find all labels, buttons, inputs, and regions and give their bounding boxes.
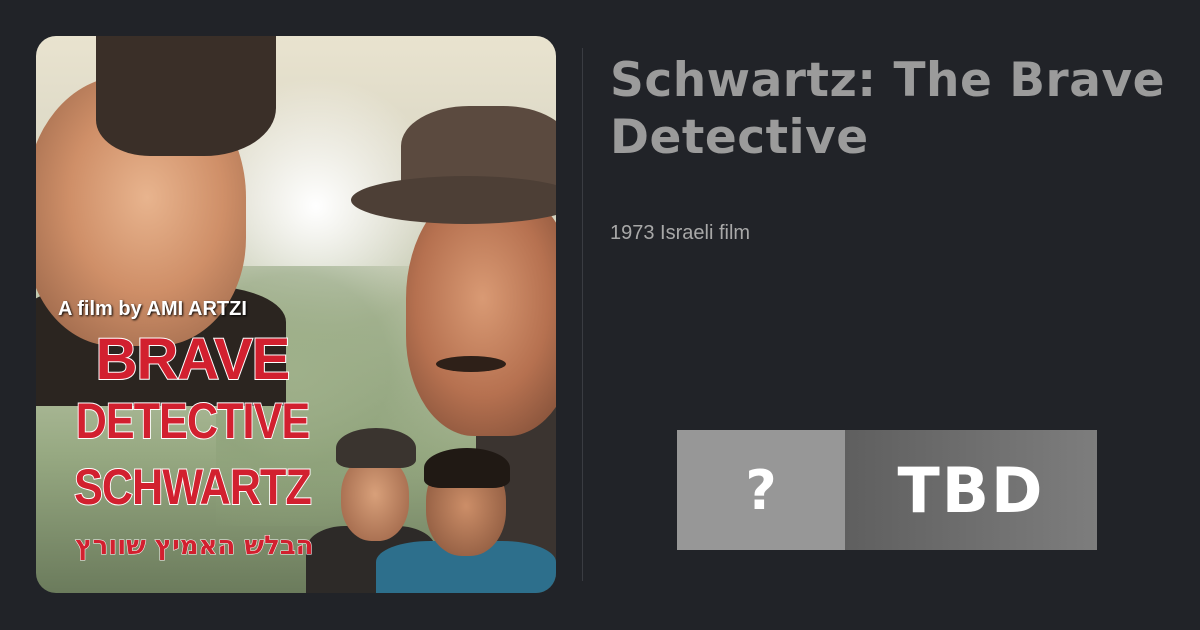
title-clip: Schwartz: The Brave Detective: [600, 40, 1200, 180]
poster-small-figure2-hair: [424, 448, 510, 488]
film-description: 1973 Israeli film: [610, 222, 751, 244]
poster-title-line-1: BRAVE: [95, 326, 292, 393]
poster-title-line-3: SCHWARTZ: [73, 458, 312, 516]
score-label: TBD: [845, 430, 1097, 550]
poster-small-figure-face: [341, 456, 409, 541]
score-badge: ? TBD: [677, 430, 1097, 550]
poster-title-line-2: DETECTIVE: [75, 392, 311, 450]
poster-credit: A film by AMI ARTZI: [58, 298, 247, 320]
vertical-divider: [582, 48, 583, 581]
movie-poster: A film by AMI ARTZI BRAVE DETECTIVE SCHW…: [36, 36, 556, 593]
page-title-line-2: Detective: [610, 110, 869, 165]
page-title-line-1: Schwartz: The Brave: [610, 53, 1165, 108]
poster-figure-hat-left: [96, 36, 276, 156]
poster-hebrew-title: הבלש האמיץ שוורץ: [75, 531, 314, 562]
poster-figure-mustache: [436, 356, 506, 372]
poster-small-figure-hat: [336, 428, 416, 468]
score-unknown-symbol: ?: [677, 430, 845, 550]
page-title: Schwartz: The Brave Detective: [610, 52, 1200, 166]
